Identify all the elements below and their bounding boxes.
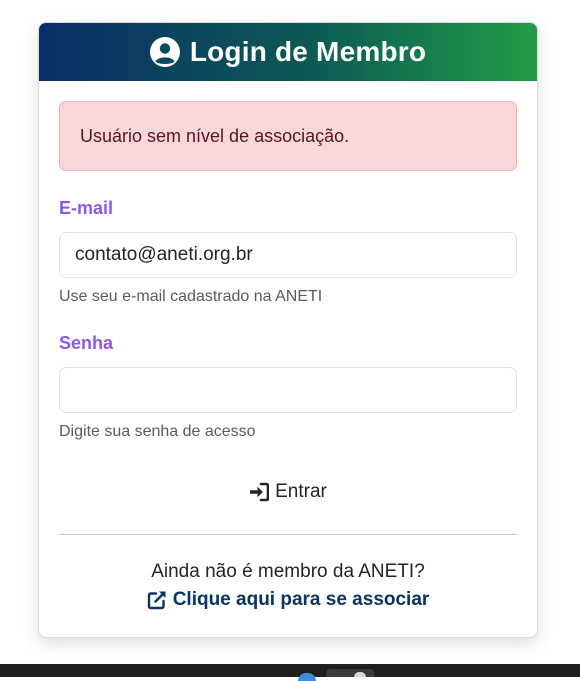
email-help-text: Use seu e-mail cadastrado na ANETI <box>59 288 323 305</box>
sign-in-icon <box>249 482 270 502</box>
external-link-icon <box>147 590 167 610</box>
taskbar <box>0 664 580 681</box>
taskbar-app-icon[interactable] <box>326 669 374 677</box>
browser-icon[interactable] <box>298 673 316 681</box>
card-body: Usuário sem nível de associação. E-mail … <box>39 81 537 611</box>
membership-prompt: Ainda não é membro da ANETI? <box>151 561 425 582</box>
divider <box>59 534 517 535</box>
alert-message: Usuário sem nível de associação. <box>80 125 350 146</box>
login-card: Login de Membro Usuário sem nível de ass… <box>38 22 538 638</box>
join-link-label: Clique aqui para se associar <box>172 589 430 610</box>
password-label: Senha <box>59 333 114 353</box>
login-button[interactable]: Entrar <box>218 477 358 507</box>
join-link[interactable]: Clique aqui para se associar <box>59 589 517 611</box>
password-help-text: Digite sua senha de acesso <box>59 423 256 440</box>
email-value: contato@aneti.org.br <box>75 244 253 265</box>
page-title: Login de Membro <box>189 36 427 67</box>
login-button-label: Entrar <box>275 481 327 502</box>
password-field[interactable] <box>59 367 517 413</box>
error-alert: Usuário sem nível de associação. <box>59 101 517 171</box>
email-label: E-mail <box>59 198 114 218</box>
card-header: Login de Membro <box>39 23 537 81</box>
user-circle-icon <box>149 37 180 67</box>
email-field[interactable]: contato@aneti.org.br <box>59 232 517 278</box>
